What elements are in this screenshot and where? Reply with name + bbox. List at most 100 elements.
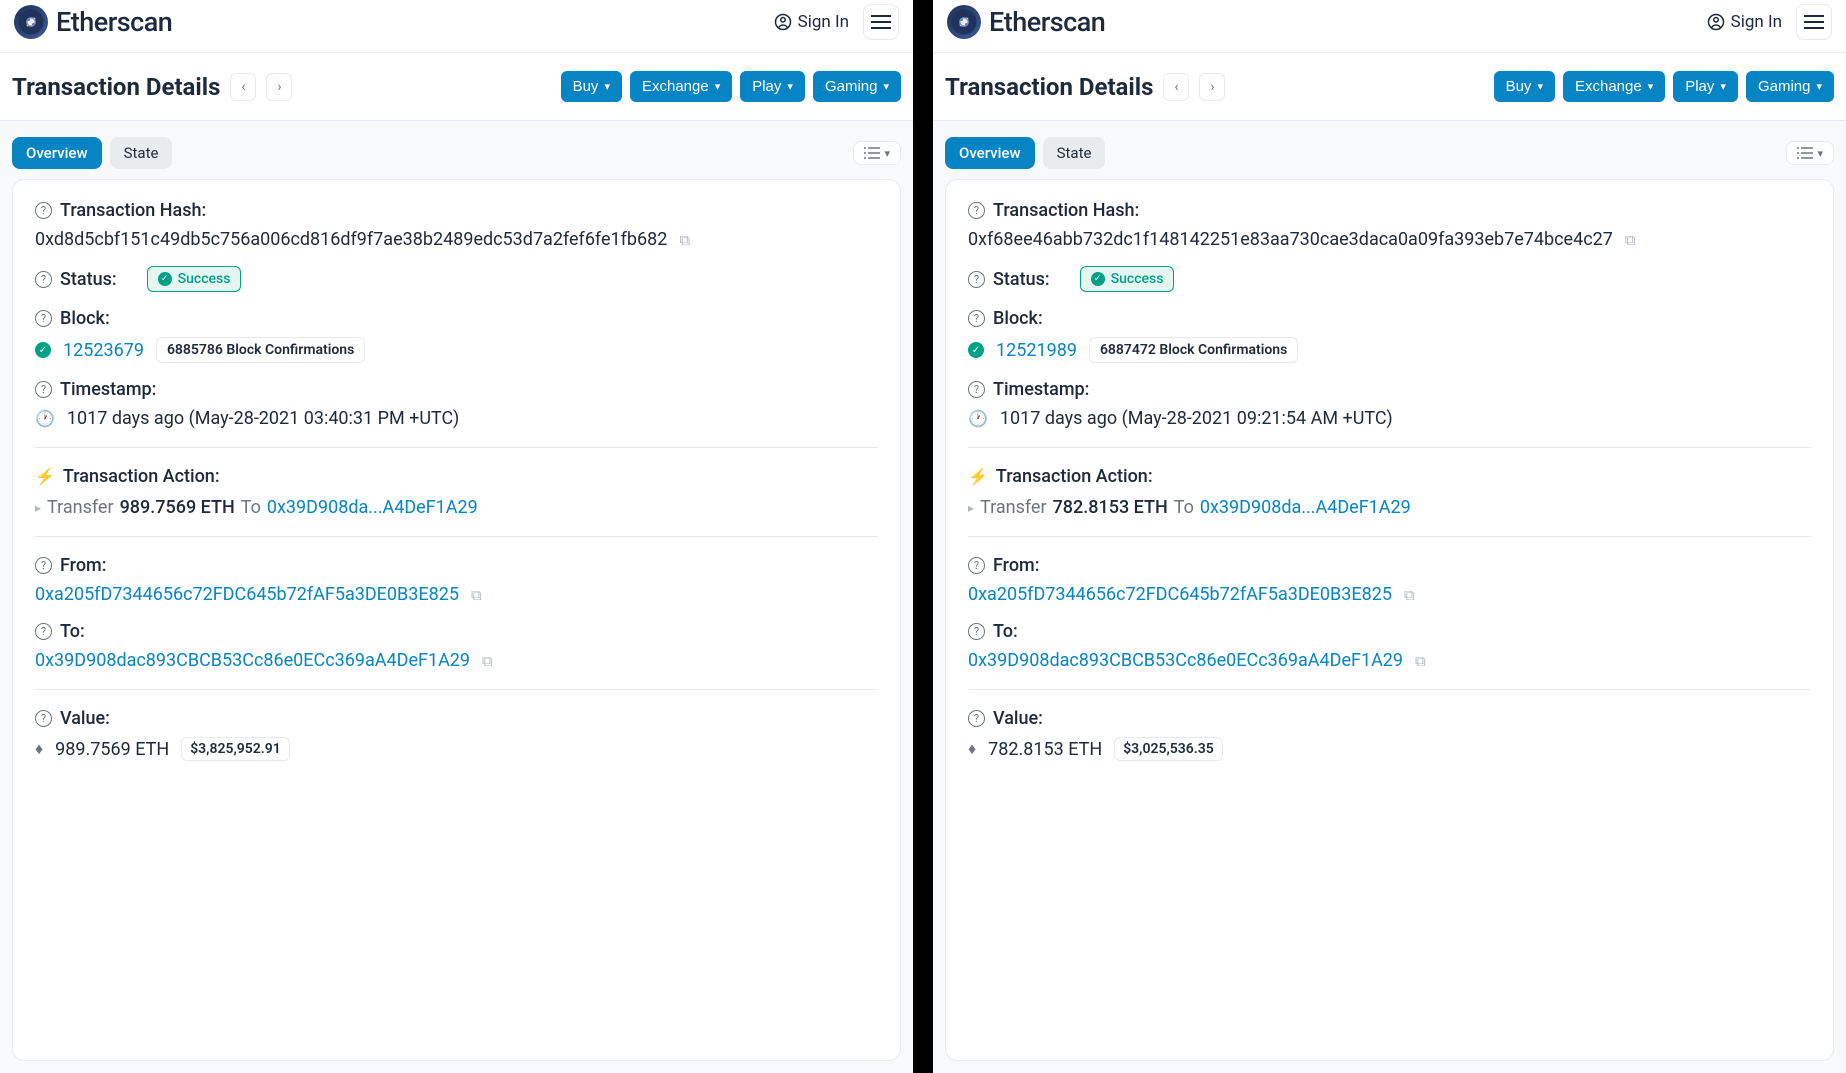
from-section: ?From: 0xa205fD7344656c72FDC645b72fAF5a3… — [35, 555, 878, 605]
tx-action-section: ⚡Transaction Action: ▸ Transfer 989.7569… — [35, 466, 878, 518]
copy-icon[interactable]: ⧉ — [1404, 586, 1415, 604]
help-icon[interactable]: ? — [968, 202, 985, 219]
value-eth: 989.7569 ETH — [55, 739, 169, 760]
tx-hash-label: Transaction Hash: — [993, 200, 1139, 221]
help-icon[interactable]: ? — [968, 310, 985, 327]
tx-hash-value: 0xd8d5cbf151c49db5c756a006cd816df9f7ae38… — [35, 229, 667, 250]
play-button[interactable]: Play▾ — [1673, 71, 1738, 102]
check-icon: ✓ — [35, 342, 51, 358]
gaming-button[interactable]: Gaming▾ — [1746, 71, 1834, 102]
help-icon[interactable]: ? — [968, 557, 985, 574]
prev-tx-button[interactable]: ‹ — [230, 73, 256, 101]
tab-state[interactable]: State — [110, 137, 173, 169]
confirmations-badge: 6885786 Block Confirmations — [156, 337, 365, 363]
menu-button[interactable] — [1796, 4, 1832, 40]
action-to-link[interactable]: 0x39D908da...A4DeF1A29 — [267, 497, 478, 518]
copy-icon[interactable]: ⧉ — [1625, 231, 1636, 249]
tx-hash-label: Transaction Hash: — [60, 200, 206, 221]
block-label: Block: — [993, 308, 1043, 329]
tab-overview[interactable]: Overview — [945, 137, 1035, 169]
brand[interactable]: Etherscan — [947, 5, 1105, 39]
signin-link[interactable]: Sign In — [1707, 12, 1782, 32]
help-icon[interactable]: ? — [968, 381, 985, 398]
help-icon[interactable]: ? — [35, 310, 52, 327]
timestamp-section: ?Timestamp: 🕐1017 days ago (May-28-2021 … — [35, 379, 878, 429]
title-left: Transaction Details ‹ › — [945, 73, 1225, 101]
value-eth: 782.8153 ETH — [988, 739, 1102, 760]
copy-icon[interactable]: ⧉ — [482, 652, 493, 670]
check-icon: ✓ — [158, 272, 172, 286]
to-label: To — [241, 497, 261, 518]
logo-icon — [14, 5, 48, 39]
to-link[interactable]: 0x39D908dac893CBCB53Cc86e0ECc369aA4DeF1A… — [968, 650, 1403, 671]
signin-label: Sign In — [798, 12, 849, 32]
copy-icon[interactable]: ⧉ — [471, 586, 482, 604]
buy-button[interactable]: Buy▾ — [561, 71, 622, 102]
details-card: ?Transaction Hash: 0xf68ee46abb732dc1f14… — [945, 179, 1834, 1061]
caret-icon: ▸ — [35, 501, 41, 515]
menu-button[interactable] — [863, 4, 899, 40]
help-icon[interactable]: ? — [35, 710, 52, 727]
from-section: ? From: 0xa205fD7344656c72FDC645b72fAF5a3… — [968, 555, 1811, 605]
caret-icon: ▸ — [968, 501, 974, 515]
timestamp-value: 1017 days ago (May-28-2021 03:40:31 PM +… — [67, 408, 459, 429]
help-icon[interactable]: ? — [35, 557, 52, 574]
exchange-button[interactable]: Exchange▾ — [1563, 71, 1665, 102]
next-tx-button[interactable]: › — [1199, 73, 1225, 101]
action-amount: 989.7569 ETH — [120, 497, 235, 518]
copy-icon[interactable]: ⧉ — [679, 231, 690, 249]
status-badge: ✓Success — [1080, 266, 1175, 292]
check-icon: ✓ — [968, 342, 984, 358]
help-icon[interactable]: ? — [35, 623, 52, 640]
divider — [968, 689, 1811, 690]
confirmations-badge: 6887472 Block Confirmations — [1089, 337, 1298, 363]
check-icon: ✓ — [1091, 272, 1105, 286]
value-usd: $3,025,536.35 — [1114, 737, 1223, 761]
from-link[interactable]: 0xa205fD7344656c72FDC645b72fAF5a3DE0B3E8… — [968, 584, 1392, 605]
block-label: Block: — [60, 308, 110, 329]
block-link[interactable]: 12523679 — [63, 340, 144, 361]
header-right: Sign In — [774, 4, 899, 40]
view-toggle-button[interactable]: ▾ — [853, 141, 901, 165]
divider — [35, 536, 878, 537]
next-tx-button[interactable]: › — [266, 73, 292, 101]
clock-icon: 🕐 — [968, 409, 988, 428]
value-label: Value: — [60, 708, 110, 729]
help-icon[interactable]: ? — [968, 271, 985, 288]
title-right: Buy▾ Exchange▾ Play▾ Gaming▾ — [1494, 71, 1834, 102]
details-card: ? Transaction Hash: 0xd8d5cbf151c49db5c75… — [12, 179, 901, 1061]
exchange-button[interactable]: Exchange▾ — [630, 71, 732, 102]
help-icon[interactable]: ? — [35, 381, 52, 398]
from-link[interactable]: 0xa205fD7344656c72FDC645b72fAF5a3DE0B3E8… — [35, 584, 459, 605]
action-to-link[interactable]: 0x39D908da...A4DeF1A29 — [1200, 497, 1411, 518]
tabs: Overview State — [12, 137, 172, 169]
prev-tx-button[interactable]: ‹ — [1163, 73, 1189, 101]
gaming-button[interactable]: Gaming▾ — [813, 71, 901, 102]
chevron-down-icon: ▾ — [884, 147, 890, 160]
signin-link[interactable]: Sign In — [774, 12, 849, 32]
buy-button[interactable]: Buy▾ — [1494, 71, 1555, 102]
brand-text: Etherscan — [56, 6, 172, 38]
brand[interactable]: Etherscan — [14, 5, 172, 39]
to-label: To — [1174, 497, 1194, 518]
from-label: From: — [993, 555, 1039, 576]
chevron-down-icon: ▾ — [1720, 80, 1726, 93]
to-link[interactable]: 0x39D908dac893CBCB53Cc86e0ECc369aA4DeF1A… — [35, 650, 470, 671]
tab-state[interactable]: State — [1043, 137, 1106, 169]
help-icon[interactable]: ? — [35, 202, 52, 219]
clock-icon: 🕐 — [35, 409, 55, 428]
tab-overview[interactable]: Overview — [12, 137, 102, 169]
tx-action-label: Transaction Action: — [63, 466, 220, 487]
help-icon[interactable]: ? — [968, 623, 985, 640]
help-icon[interactable]: ? — [968, 710, 985, 727]
tabs: Overview State — [945, 137, 1105, 169]
view-toggle-button[interactable]: ▾ — [1786, 141, 1834, 165]
block-section: ? Block: ✓ 12523679 6885786 Block Confirm… — [35, 308, 878, 363]
status-section: ?Status: ✓Success — [35, 266, 878, 292]
copy-icon[interactable]: ⧉ — [1415, 652, 1426, 670]
left-pane: Etherscan Sign In Transaction Details ‹ … — [0, 0, 913, 1073]
status-label: Status: — [993, 269, 1050, 290]
play-button[interactable]: Play▾ — [740, 71, 805, 102]
help-icon[interactable]: ? — [35, 271, 52, 288]
block-link[interactable]: 12521989 — [996, 340, 1077, 361]
